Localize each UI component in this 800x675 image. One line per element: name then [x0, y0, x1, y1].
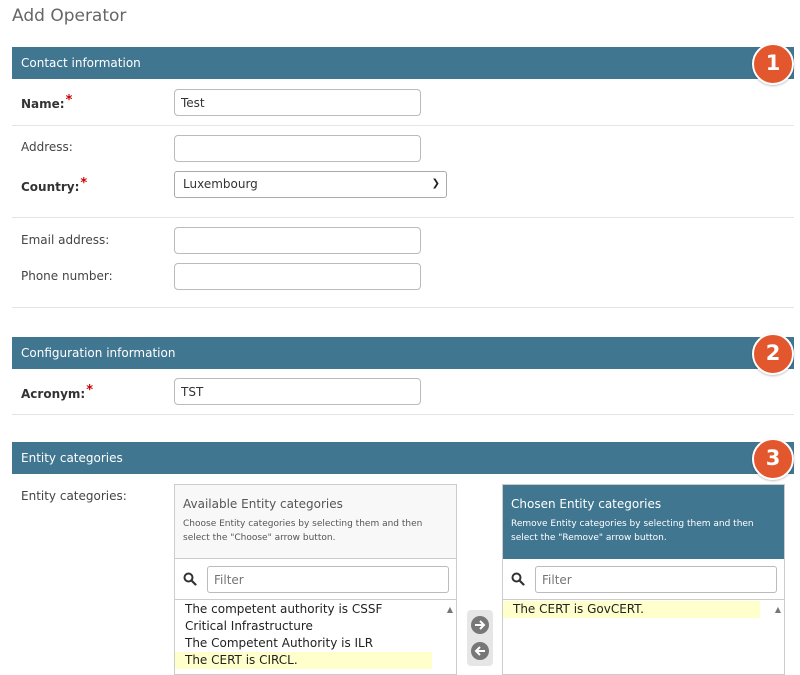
- list-item[interactable]: The competent authority is CSSF: [175, 601, 442, 618]
- name-input[interactable]: [174, 89, 421, 116]
- step-badge-1: 1: [752, 43, 794, 85]
- config-section-header: Configuration information: [12, 337, 794, 369]
- divider: [12, 307, 794, 308]
- contact-section-title: Contact information: [21, 56, 141, 70]
- available-header: Available Entity categories Choose Entit…: [175, 485, 456, 559]
- required-star: *: [86, 383, 94, 398]
- remove-arrow-button[interactable]: [471, 642, 489, 660]
- acronym-label: Acronym:*: [21, 383, 94, 401]
- chosen-help: Remove Entity categories by selecting th…: [511, 519, 754, 543]
- email-input[interactable]: [174, 227, 421, 254]
- chosen-title: Chosen Entity categories: [511, 497, 662, 511]
- phone-label: Phone number:: [21, 269, 113, 283]
- chosen-filter-row: [503, 559, 784, 600]
- choose-arrow-button[interactable]: [471, 616, 489, 634]
- list-item[interactable]: The CERT is CIRCL.: [175, 652, 432, 669]
- search-icon: [183, 572, 197, 586]
- arrow-left-circle-icon: [474, 646, 485, 656]
- chosen-filter-input[interactable]: [535, 566, 777, 593]
- acronym-input[interactable]: [174, 378, 421, 405]
- entity-section-header: Entity categories: [12, 442, 794, 474]
- scroll-up-icon[interactable]: ▲: [447, 605, 453, 614]
- required-star: *: [65, 93, 73, 108]
- scroll-up-icon[interactable]: ▲: [775, 605, 781, 614]
- selector-arrows: [467, 610, 493, 666]
- page-title: Add Operator: [12, 6, 127, 26]
- country-select[interactable]: Luxembourg ❯: [174, 171, 447, 198]
- step-badge-2: 2: [752, 333, 794, 375]
- address-input[interactable]: [174, 135, 421, 162]
- available-help: Choose Entity categories by selecting th…: [183, 519, 423, 543]
- chosen-list[interactable]: The CERT is GovCERT.: [503, 601, 770, 674]
- required-star: *: [80, 176, 88, 191]
- divider: [12, 217, 794, 218]
- list-item[interactable]: The CERT is GovCERT.: [503, 601, 760, 618]
- available-list[interactable]: The competent authority is CSSF Critical …: [175, 601, 442, 674]
- entity-categories-label: Entity categories:: [21, 489, 127, 503]
- entity-section-title: Entity categories: [21, 451, 123, 465]
- country-label: Country:*: [21, 176, 88, 194]
- chevron-down-icon: ❯: [431, 178, 440, 189]
- country-selected-value: Luxembourg: [183, 177, 258, 191]
- arrow-right-circle-icon: [475, 620, 486, 630]
- available-filter-input[interactable]: [207, 566, 449, 593]
- name-label: Name:*: [21, 93, 73, 111]
- search-icon: [511, 572, 525, 586]
- available-filter-row: [175, 559, 456, 600]
- available-title: Available Entity categories: [183, 497, 343, 511]
- address-label: Address:: [21, 140, 73, 154]
- divider: [12, 125, 794, 126]
- email-label: Email address:: [21, 233, 110, 247]
- divider: [12, 414, 794, 415]
- list-item[interactable]: Critical Infrastructure: [175, 618, 442, 635]
- contact-section-header: Contact information: [12, 47, 794, 79]
- list-item[interactable]: The Competent Authority is ILR: [175, 635, 442, 652]
- step-badge-3: 3: [752, 438, 794, 480]
- phone-input[interactable]: [174, 263, 421, 290]
- chosen-header: Chosen Entity categories Remove Entity c…: [503, 485, 784, 559]
- available-categories-box: Available Entity categories Choose Entit…: [174, 484, 457, 675]
- config-section-title: Configuration information: [21, 346, 176, 360]
- chosen-categories-box: Chosen Entity categories Remove Entity c…: [502, 484, 785, 675]
